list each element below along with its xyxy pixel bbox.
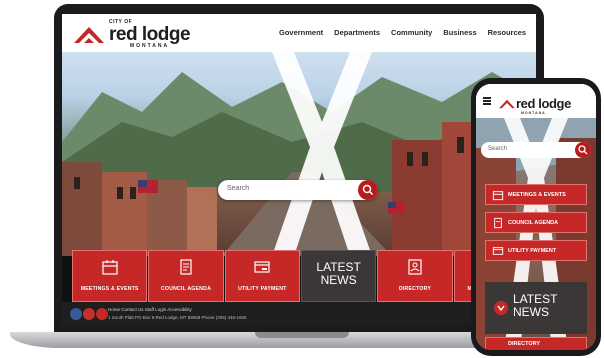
search-icon: [362, 184, 374, 196]
quick-link-label: COUNCIL AGENDA: [160, 286, 212, 292]
main-nav: Government Departments Community Busines…: [279, 28, 526, 37]
quick-link-latest-news[interactable]: LATEST NEWS: [300, 250, 377, 302]
quick-link-label: UTILITY PAYMENT: [238, 286, 287, 292]
phone-council-agenda-button[interactable]: COUNCIL AGENDA: [485, 212, 587, 233]
phone-button-label: UTILITY PAYMENT: [508, 248, 557, 254]
logo-name: red lodge: [109, 23, 191, 45]
lodge-roof-icon: [499, 99, 515, 109]
phone-screen: red lodge MONTANA Search MEETINGS & EVEN…: [476, 84, 596, 350]
site-header: CITY OF red lodge MONTANA Government Dep…: [62, 14, 536, 52]
quick-link-meetings[interactable]: MEETINGS & EVENTS: [72, 250, 148, 302]
nav-community[interactable]: Community: [391, 28, 432, 37]
phone-latest-news[interactable]: LATEST NEWS: [485, 282, 587, 334]
quick-link-council-agenda[interactable]: COUNCIL AGENDA: [148, 250, 224, 302]
phone-logo[interactable]: red lodge: [498, 96, 571, 111]
phone-latest-news-label: LATEST NEWS: [513, 292, 558, 319]
youtube-icon[interactable]: [83, 308, 95, 320]
chevron-down-icon: [494, 301, 508, 315]
footer-address: 1 South Platt PO Box 9 Red Lodge, MT 590…: [108, 315, 247, 320]
nav-business[interactable]: Business: [443, 28, 476, 37]
phone-button-label: DIRECTORY: [508, 341, 541, 347]
quick-link-label: DIRECTORY: [398, 286, 432, 292]
hamburger-menu-icon[interactable]: [483, 97, 491, 105]
phone-header: red lodge MONTANA: [476, 84, 596, 118]
quick-link-utility-payment[interactable]: UTILITY PAYMENT: [224, 250, 300, 302]
hero-image: Search: [62, 52, 536, 256]
search-box[interactable]: Search: [218, 180, 378, 200]
laptop-screen: CITY OF red lodge MONTANA Government Dep…: [62, 14, 536, 326]
document-icon: [180, 259, 192, 275]
site-logo[interactable]: CITY OF red lodge MONTANA: [72, 19, 191, 49]
search-input[interactable]: Search: [227, 185, 249, 192]
document-icon: [494, 217, 502, 229]
phone-meetings-button[interactable]: MEETINGS & EVENTS: [485, 184, 587, 205]
logo-state: MONTANA: [129, 42, 170, 49]
search-button[interactable]: [358, 180, 378, 200]
phone-directory-button[interactable]: DIRECTORY: [485, 337, 587, 350]
calendar-icon: [492, 191, 504, 201]
device-mockup: CITY OF red lodge MONTANA Government Dep…: [0, 0, 604, 358]
lodge-roof-icon: [74, 27, 104, 43]
logo-wordmark: CITY OF red lodge MONTANA: [109, 19, 191, 49]
phone-search-button[interactable]: [575, 142, 591, 158]
quick-link-directory[interactable]: DIRECTORY: [377, 250, 453, 302]
calendar-icon: [102, 260, 118, 275]
phone-button-label: COUNCIL AGENDA: [508, 220, 559, 226]
site-footer: Home Contact Us Staff Login Accessibilit…: [62, 302, 536, 326]
nav-departments[interactable]: Departments: [334, 28, 380, 37]
nav-government[interactable]: Government: [279, 28, 323, 37]
facebook-icon[interactable]: [70, 308, 82, 320]
quick-links-bar: MEETINGS & EVENTS COUNCIL AGENDA UTILITY…: [72, 250, 530, 302]
payment-icon: [254, 261, 270, 273]
footer-links[interactable]: Home Contact Us Staff Login Accessibilit…: [108, 307, 192, 312]
quick-link-label: MEETINGS & EVENTS: [80, 286, 139, 292]
nav-resources[interactable]: Resources: [488, 28, 526, 37]
hero-scenery: [62, 52, 536, 256]
phone-button-label: MEETINGS & EVENTS: [508, 192, 566, 198]
phone-logo-state: MONTANA: [521, 111, 546, 115]
search-icon: [578, 145, 588, 155]
directory-icon: [408, 259, 422, 275]
phone-search-input[interactable]: Search: [488, 146, 507, 152]
payment-icon: [492, 247, 504, 255]
laptop-notch: [255, 332, 349, 338]
latest-news-label: LATEST NEWS: [316, 260, 361, 287]
phone-logo-name: red lodge: [516, 96, 571, 111]
phone-search-box[interactable]: Search: [481, 142, 591, 158]
phone-utility-payment-button[interactable]: UTILITY PAYMENT: [485, 240, 587, 261]
email-icon[interactable]: [96, 308, 108, 320]
